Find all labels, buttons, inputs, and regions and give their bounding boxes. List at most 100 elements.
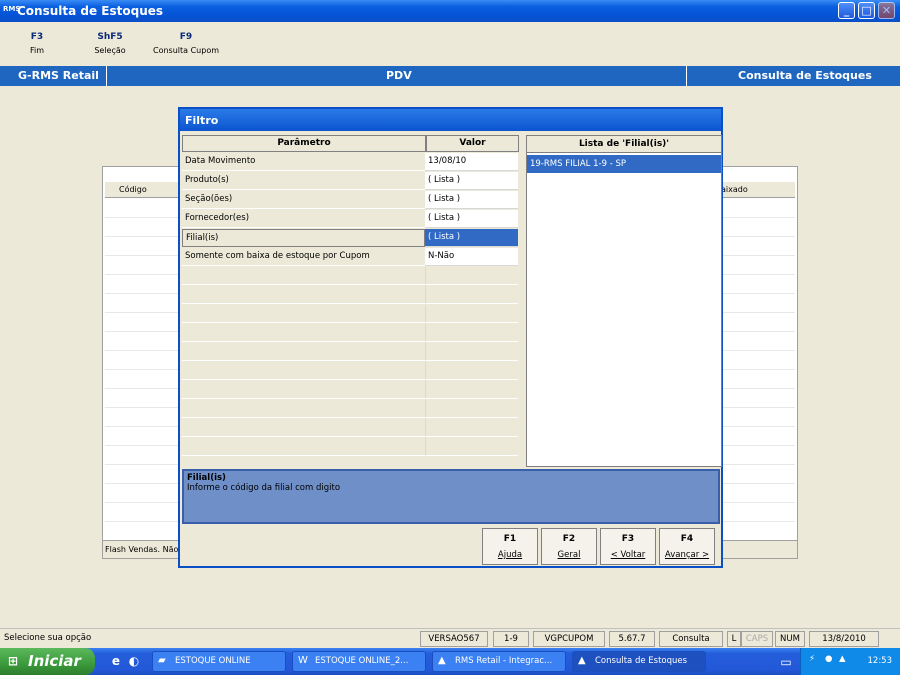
start-button[interactable]: ⊞ Iniciar [0, 648, 95, 675]
ie-icon[interactable]: e [108, 653, 124, 669]
col-baixado: aixado [721, 185, 748, 194]
back-button[interactable]: F3 < Voltar [600, 528, 656, 565]
close-button[interactable]: ✕ [878, 2, 895, 19]
param-value[interactable]: ( Lista ) [425, 191, 518, 209]
band-divider [686, 66, 687, 86]
status-l: L [727, 631, 741, 647]
filter-dialog: Filtro Parâmetro Valor Data Movimento 13… [178, 107, 723, 568]
taskbar-item-estoque-online[interactable]: ▰ ESTOQUE ONLINE [152, 651, 286, 672]
button-key: F2 [562, 534, 576, 544]
fkey-selecao[interactable]: ShF5 Seleção [90, 32, 130, 55]
header-band: G-RMS Retail PDV Consulta de Estoques [0, 66, 900, 86]
desktop-icon[interactable]: ◐ [126, 653, 142, 669]
param-row[interactable]: Fornecedor(es) ( Lista ) [182, 210, 521, 228]
start-label: Iniciar [28, 652, 81, 670]
windows-flag-icon: ⊞ [8, 654, 19, 668]
help-button[interactable]: F1 Ajuda [482, 528, 538, 565]
empty-row [182, 419, 521, 437]
taskbar-item-estoque-online-2[interactable]: W ESTOQUE ONLINE_2... [292, 651, 426, 672]
button-label: Geral [557, 550, 581, 560]
status-range: 1-9 [493, 631, 529, 647]
col-codigo: Código [119, 185, 147, 194]
filial-list-panel: Lista de 'Filial(is)' 19-RMS FILIAL 1-9 … [526, 135, 722, 467]
empty-row [182, 362, 521, 380]
param-row[interactable]: Produto(s) ( Lista ) [182, 172, 521, 190]
fkey-label: Fim [29, 46, 45, 55]
help-box: Filial(is) Informe o código da filial co… [182, 469, 720, 524]
button-key: F3 [621, 534, 635, 544]
fkey-consulta-cupom[interactable]: F9 Consulta Cupom [148, 32, 224, 55]
status-build: 5.67.7 [609, 631, 655, 647]
param-value[interactable]: ( Lista ) [425, 229, 518, 247]
status-date: 13/8/2010 [809, 631, 879, 647]
results-footer-text: Flash Vendas. Não [105, 545, 179, 554]
button-key: F4 [680, 534, 694, 544]
empty-row [182, 400, 521, 418]
status-num: NUM [775, 631, 805, 647]
word-icon: W [298, 655, 308, 666]
button-label: Avançar > [664, 550, 710, 560]
dialog-title: Filtro [180, 109, 721, 131]
rms-tray-icon[interactable]: ▲ [839, 654, 846, 664]
fkey-key: F3 [30, 32, 44, 42]
param-row[interactable]: Data Movimento 13/08/10 [182, 153, 521, 171]
band-divider [106, 66, 107, 86]
system-tray: ⚡ ● ▲ 12:53 [800, 648, 900, 675]
fkey-fim[interactable]: F3 Fim [22, 32, 52, 55]
button-label: < Voltar [610, 550, 646, 560]
param-row[interactable]: Seção(ões) ( Lista ) [182, 191, 521, 209]
button-label: Ajuda [497, 550, 523, 560]
general-button[interactable]: F2 Geral [541, 528, 597, 565]
band-right: Consulta de Estoques [738, 69, 872, 82]
minimize-button[interactable]: _ [838, 2, 855, 19]
status-caps: CAPS [741, 631, 773, 647]
list-item[interactable]: 19-RMS FILIAL 1-9 - SP [527, 155, 721, 173]
fkey-key: F9 [179, 32, 193, 42]
folder-icon: ▰ [158, 655, 166, 666]
task-label: Consulta de Estoques [595, 656, 688, 666]
status-message: Selecione sua opção [4, 633, 92, 643]
keyboard-icon[interactable]: ▭ [778, 654, 794, 670]
col-valor: Valor [426, 135, 519, 152]
function-key-bar: F3 Fim ShF5 Seleção F9 Consulta Cupom [0, 22, 900, 66]
empty-row [182, 438, 521, 456]
taskbar-item-rms-retail[interactable]: ▲ RMS Retail - Integrac... [432, 651, 566, 672]
empty-row [182, 267, 521, 285]
rms-icon: ▲ [438, 655, 446, 666]
empty-row [182, 286, 521, 304]
fkey-key: ShF5 [97, 32, 123, 42]
security-icon[interactable]: ● [825, 654, 832, 664]
list-title: Lista de 'Filial(is)' [527, 136, 721, 153]
taskbar: ⊞ Iniciar e ◐ ▰ ESTOQUE ONLINE W ESTOQUE… [0, 648, 900, 675]
fkey-label: Seleção [94, 46, 126, 55]
window-title: Consulta de Estoques [17, 4, 164, 18]
param-name: Somente com baixa de estoque por Cupom [182, 248, 425, 266]
rms-icon: ▲ [578, 655, 586, 666]
param-value[interactable]: N-Não [425, 248, 518, 266]
param-name: Produto(s) [182, 172, 425, 190]
status-server: VGPCUPOM [533, 631, 605, 647]
param-row-selected[interactable]: Filial(is) ( Lista ) [182, 229, 521, 247]
param-value[interactable]: ( Lista ) [425, 210, 518, 228]
empty-row [182, 305, 521, 323]
empty-row [182, 324, 521, 342]
param-name: Fornecedor(es) [182, 210, 425, 228]
empty-row [182, 343, 521, 361]
parameter-grid: Parâmetro Valor Data Movimento 13/08/10 … [182, 135, 521, 467]
window-title-bar: RMS Consulta de Estoques _ □ ✕ [0, 0, 900, 22]
param-row[interactable]: Somente com baixa de estoque por Cupom N… [182, 248, 521, 266]
param-value[interactable]: ( Lista ) [425, 172, 518, 190]
empty-row [182, 381, 521, 399]
task-label: ESTOQUE ONLINE_2... [315, 656, 409, 666]
param-value[interactable]: 13/08/10 [425, 153, 518, 171]
next-button[interactable]: F4 Avançar > [659, 528, 715, 565]
col-parametro: Parâmetro [182, 135, 426, 152]
network-icon[interactable]: ⚡ [809, 654, 815, 664]
task-label: ESTOQUE ONLINE [175, 656, 251, 666]
clock: 12:53 [867, 656, 893, 666]
status-bar: Selecione sua opção VERSAO567 1-9 VGPCUP… [0, 628, 900, 648]
fkey-label: Consulta Cupom [152, 46, 219, 55]
taskbar-item-consulta-estoques[interactable]: ▲ Consulta de Estoques [572, 651, 706, 672]
band-center: PDV [386, 69, 412, 82]
maximize-button[interactable]: □ [858, 2, 875, 19]
